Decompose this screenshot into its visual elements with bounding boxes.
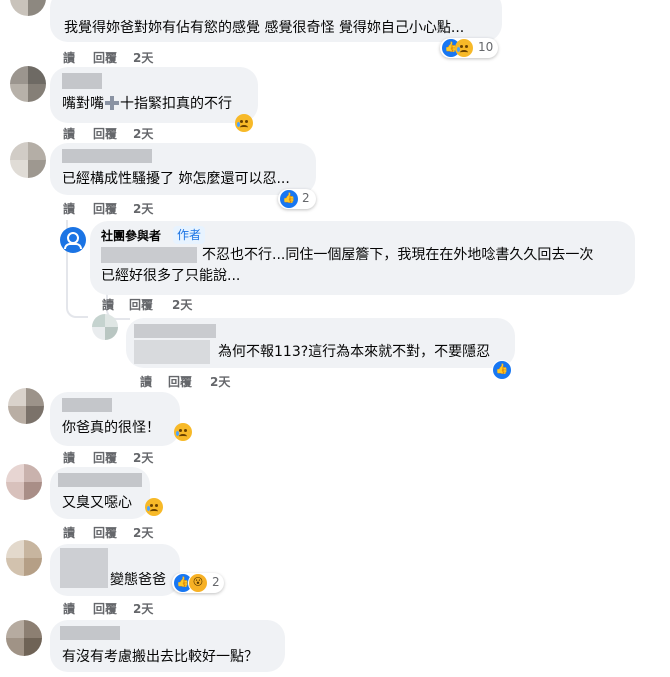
reply-link[interactable]: 回覆: [93, 524, 117, 541]
commenter-avatar[interactable]: [10, 66, 46, 102]
commenter-avatar[interactable]: [10, 0, 46, 16]
comment-text: 你爸真的很怪！: [62, 420, 160, 436]
blurred-name: [62, 398, 112, 412]
like-reaction-icon: 👍: [279, 189, 299, 209]
comment-time[interactable]: 2天: [133, 449, 153, 466]
like-reaction-icon[interactable]: 👍: [492, 360, 512, 380]
read-link[interactable]: 讀: [102, 296, 114, 313]
reaction-count: 2: [302, 191, 310, 205]
reply-link[interactable]: 回覆: [93, 49, 117, 66]
read-link[interactable]: 讀: [63, 125, 75, 142]
author-name[interactable]: 社團參與者: [101, 227, 161, 244]
plus-emoji-icon: [104, 95, 120, 111]
comment-text: 為何不報113?這行為本來就不對，不要隱忍: [218, 344, 491, 360]
read-link[interactable]: 讀: [63, 524, 75, 541]
author-badge: 作者: [173, 226, 206, 244]
reaction-summary[interactable]: 👍 10: [440, 38, 498, 58]
comment-bubble: 我覺得妳爸對妳有佔有慾的感覺 感覺很奇怪 覺得妳自己小心點...: [50, 0, 502, 42]
comment-text-line-1: 不忍也不行...同住一個屋簷下，我現在在外地唸書久久回去一次: [202, 247, 594, 263]
comment-time[interactable]: 2天: [210, 373, 230, 390]
comment-time[interactable]: 2天: [133, 125, 153, 142]
comment-bubble: 嘴對嘴 十指緊扣真的不行: [50, 67, 258, 123]
sad-reaction-icon[interactable]: [145, 498, 163, 516]
commenter-avatar[interactable]: [10, 142, 46, 178]
read-link[interactable]: 讀: [63, 449, 75, 466]
blurred-name: [60, 626, 120, 640]
comment-bubble: 有沒有考慮搬出去比較好一點？: [50, 620, 285, 672]
comment-text: 我覺得妳爸對妳有佔有慾的感覺 感覺很奇怪 覺得妳自己小心點...: [64, 20, 465, 36]
sad-reaction-icon[interactable]: [235, 114, 253, 132]
blurred-name: [60, 548, 108, 588]
reaction-summary[interactable]: 👍 2: [278, 189, 316, 209]
commenter-avatar[interactable]: [6, 620, 42, 656]
comment-text: 已經構成性騷擾了 妳怎麼還可以忍...: [62, 171, 290, 187]
commenter-avatar[interactable]: [92, 314, 118, 340]
read-link[interactable]: 讀: [63, 200, 75, 217]
comment-time[interactable]: 2天: [133, 600, 153, 617]
comment-bubble: 已經構成性騷擾了 妳怎麼還可以忍...: [50, 143, 316, 195]
comment-text: 變態爸爸: [110, 572, 166, 588]
comment-time[interactable]: 2天: [133, 524, 153, 541]
reply-link[interactable]: 回覆: [93, 449, 117, 466]
read-link[interactable]: 讀: [63, 600, 75, 617]
reaction-summary[interactable]: 👍 😮 2: [172, 573, 224, 593]
comment-text: 嘴對嘴 十指緊扣真的不行: [62, 95, 232, 112]
reaction-count: 2: [212, 575, 220, 589]
blurred-name: [62, 149, 152, 163]
comment-time[interactable]: 2天: [133, 200, 153, 217]
wow-reaction-icon: 😮: [188, 573, 208, 593]
blurred-name: [62, 73, 102, 89]
blurred-name: [134, 324, 216, 338]
read-link[interactable]: 讀: [140, 373, 152, 390]
blurred-name: [58, 473, 142, 487]
comment-text: 有沒有考慮搬出去比較好一點？: [62, 649, 258, 665]
read-link[interactable]: 讀: [63, 49, 75, 66]
comment-bubble: 你爸真的很怪！: [50, 392, 180, 446]
commenter-avatar[interactable]: [6, 540, 42, 576]
blurred-name: [134, 340, 210, 364]
sad-reaction-icon[interactable]: [174, 423, 192, 441]
comment-bubble: 社團參與者 作者 不忍也不行...同住一個屋簷下，我現在在外地唸書久久回去一次 …: [90, 221, 635, 295]
commenter-avatar[interactable]: [8, 388, 44, 424]
reaction-count: 10: [478, 40, 494, 54]
comment-text: 又臭又噁心: [62, 495, 132, 511]
comment-time[interactable]: 2天: [172, 296, 192, 313]
comment-text-line-2: 已經好很多了只能說...: [101, 268, 241, 284]
commenter-avatar[interactable]: [6, 464, 42, 500]
reply-link[interactable]: 回覆: [93, 200, 117, 217]
reply-link[interactable]: 回覆: [168, 373, 192, 390]
comment-bubble: 為何不報113?這行為本來就不對，不要隱忍: [126, 318, 515, 368]
comment-time[interactable]: 2天: [133, 49, 153, 66]
reply-link[interactable]: 回覆: [93, 600, 117, 617]
reply-link[interactable]: 回覆: [93, 125, 117, 142]
group-member-avatar[interactable]: [60, 227, 86, 253]
reply-link[interactable]: 回覆: [129, 296, 153, 313]
comment-bubble: 又臭又噁心: [50, 467, 150, 519]
blurred-name: [101, 247, 197, 263]
sad-reaction-icon: [455, 39, 473, 57]
comment-bubble: 變態爸爸: [50, 544, 180, 596]
